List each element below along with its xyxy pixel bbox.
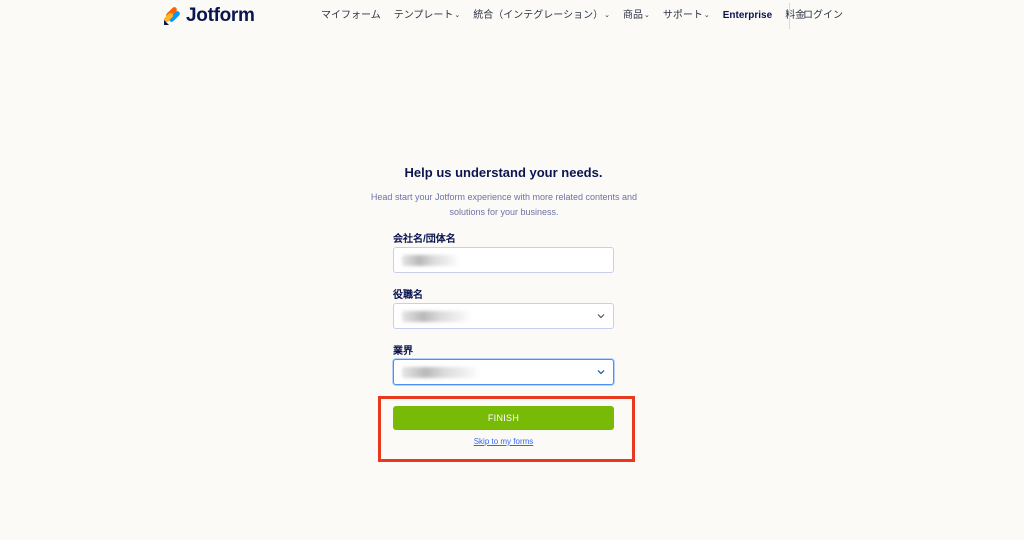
chevron-down-icon: ⌄: [643, 12, 650, 19]
form-title: Help us understand your needs.: [404, 165, 603, 180]
main-nav: マイフォーム テンプレート ⌄ 統合（インテグレーション） ⌄ 商品 ⌄ サポー…: [321, 9, 818, 23]
nav-item-label: テンプレート: [393, 10, 454, 21]
nav-item-enterprise[interactable]: Enterprise: [723, 9, 772, 23]
brand-name: Jotform: [186, 5, 255, 26]
industry-label: 業界: [393, 346, 413, 357]
nav-item-label: 統合（インテグレーション）: [473, 10, 604, 21]
chevron-down-icon: ⌄: [703, 12, 710, 19]
nav-item-support[interactable]: サポート ⌄: [663, 9, 710, 23]
top-header: Jotform マイフォーム テンプレート ⌄ 統合（インテグレーション） ⌄ …: [0, 0, 1024, 32]
chevron-down-icon: [597, 314, 605, 319]
nav-item-templates[interactable]: テンプレート ⌄: [394, 9, 461, 23]
form-subtitle: Head start your Jotform experience with …: [354, 190, 654, 220]
nav-item-products[interactable]: 商品 ⌄: [623, 9, 650, 23]
chevron-down-icon: ⌄: [604, 12, 610, 19]
jotform-logo[interactable]: Jotform: [163, 6, 255, 26]
nav-item-label: Enterprise: [722, 10, 773, 21]
subtitle-line: Head start your Jotform experience with …: [370, 192, 638, 202]
nav-item-integrations[interactable]: 統合（インテグレーション） ⌄: [473, 9, 610, 23]
redacted-value: [402, 367, 480, 378]
company-input[interactable]: [393, 247, 614, 273]
nav-item-label: 商品: [622, 10, 643, 21]
chevron-down-icon: ⌄: [454, 12, 461, 19]
nav-item-my-forms[interactable]: マイフォーム: [321, 9, 381, 23]
chevron-down-icon: [597, 370, 605, 375]
role-select[interactable]: [393, 303, 614, 329]
redacted-value: [402, 255, 460, 266]
company-label: 会社名/団体名: [393, 234, 456, 245]
login-link[interactable]: ログイン: [803, 9, 843, 23]
jotform-logo-icon: [163, 7, 180, 25]
subtitle-line: solutions for your business.: [449, 207, 559, 217]
redacted-value: [402, 311, 472, 322]
nav-item-label: サポート: [662, 10, 703, 21]
nav-item-label: マイフォーム: [321, 10, 381, 21]
nav-divider: [789, 3, 790, 29]
industry-select[interactable]: [393, 359, 614, 385]
role-label: 役職名: [393, 290, 423, 301]
highlight-box: [378, 396, 635, 462]
